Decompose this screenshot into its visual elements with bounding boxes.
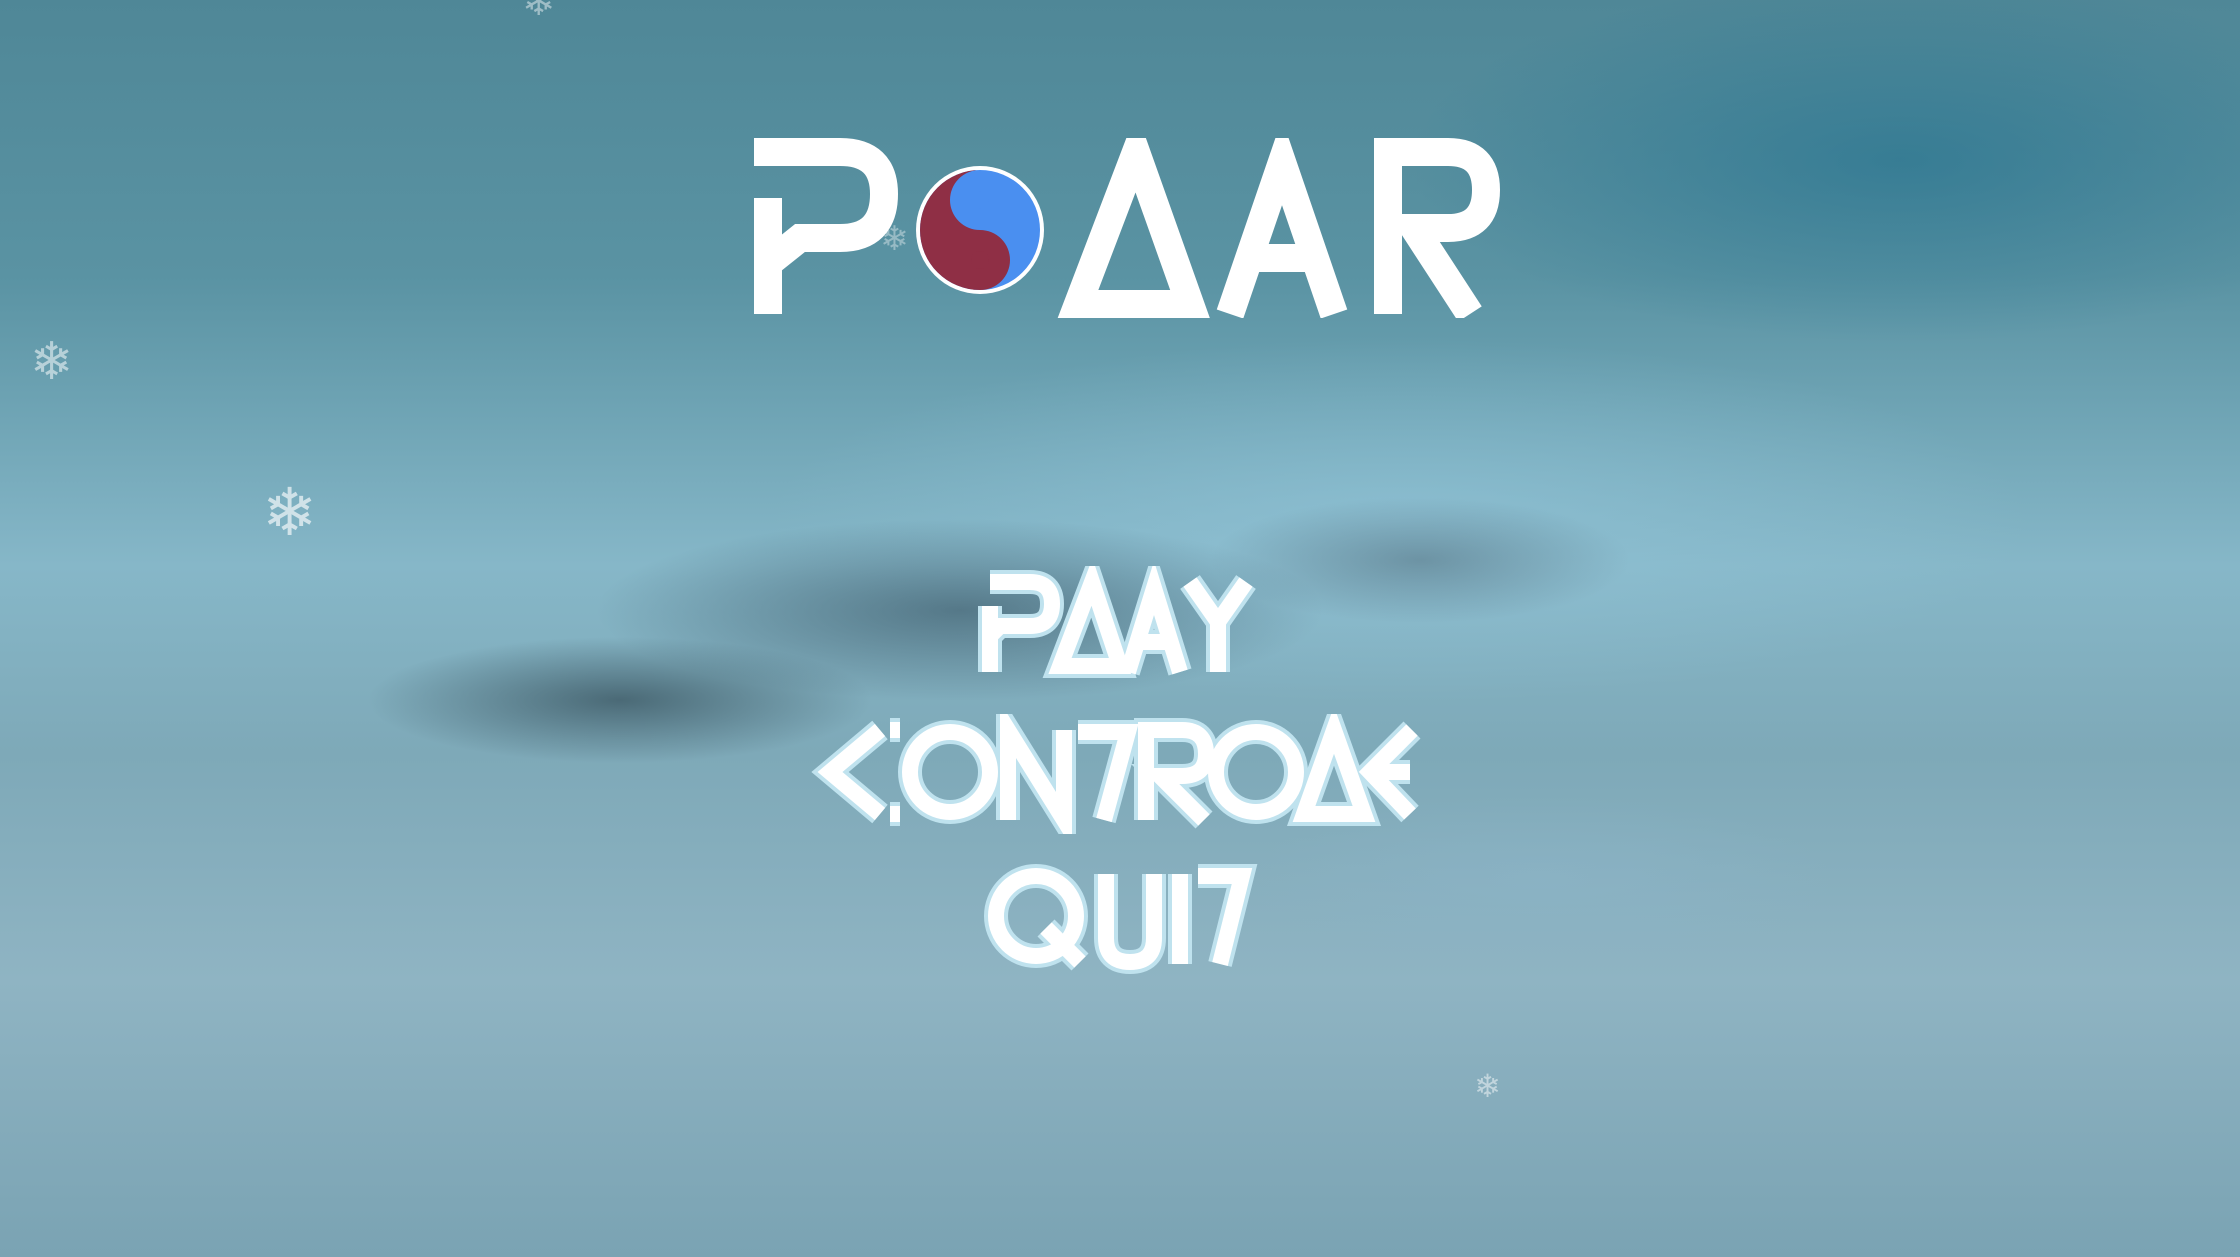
snowflake-icon: ❄ <box>1474 1067 1501 1105</box>
letter-r <box>1374 138 1501 322</box>
letter-a <box>1216 118 1348 319</box>
main-menu-screen: ❄ ❄ ❄ ❄ ❄ POLAR <box>0 0 2240 1257</box>
letter-l <box>1057 111 1210 318</box>
snowflake-icon: ❄ <box>522 0 556 25</box>
quit-button[interactable]: QUIT <box>0 858 2240 978</box>
snowflake-icon: ❄ <box>262 474 318 551</box>
play-button[interactable]: PLAY <box>0 566 2240 686</box>
yin-yang-icon <box>916 166 1044 294</box>
game-title-logo: POLAR <box>0 111 2240 322</box>
controls-button[interactable]: CONTROLS <box>0 714 2240 834</box>
title-letters <box>754 111 1501 322</box>
snowflake-icon: ❄ <box>30 332 74 392</box>
